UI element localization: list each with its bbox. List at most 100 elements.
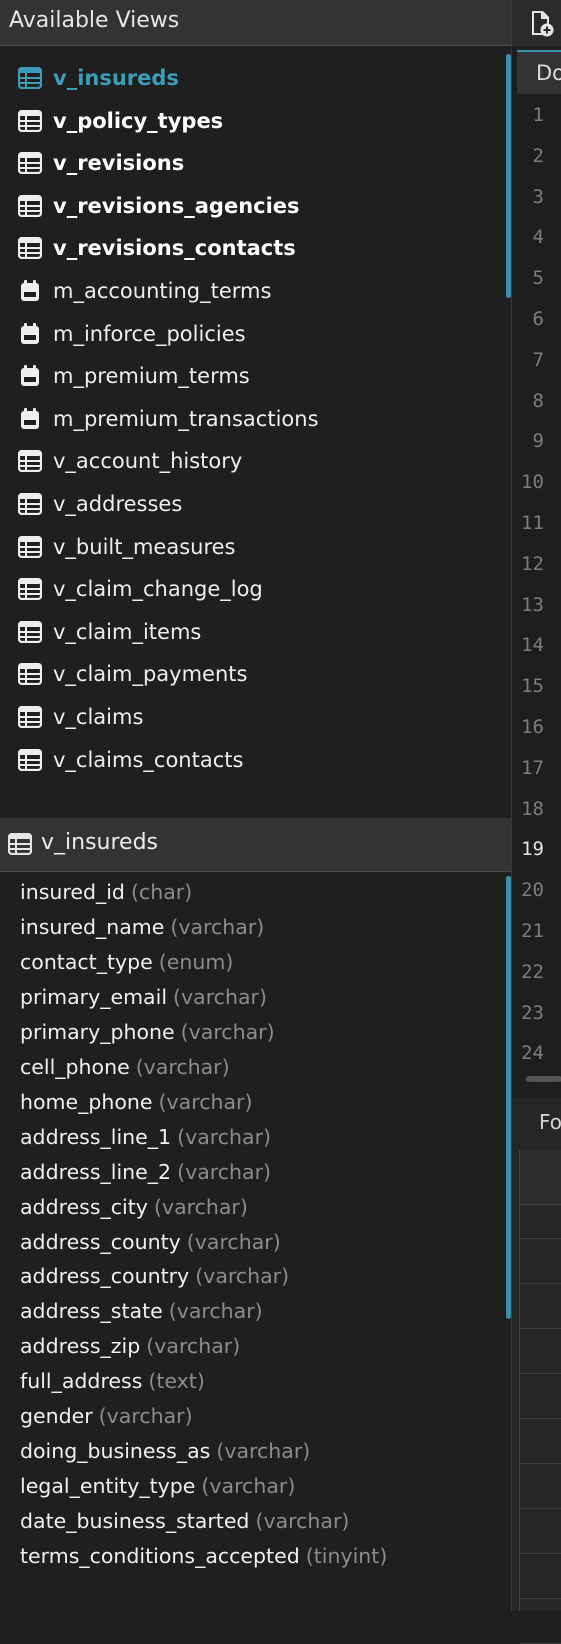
column-row[interactable]: address_line_1 (varchar)	[20, 1120, 271, 1154]
column-row[interactable]: address_line_2 (varchar)	[20, 1155, 271, 1189]
column-type: (varchar)	[216, 1439, 311, 1464]
view-item-label: v_claim_change_log	[53, 577, 263, 602]
table-view-icon	[18, 535, 42, 558]
column-row[interactable]: terms_conditions_accepted (tinyint)	[20, 1539, 387, 1573]
column-name: primary_email	[20, 984, 168, 1009]
column-name: full_address	[20, 1369, 143, 1394]
views-list: v_insureds v_policy_types v_revisions v_rev…	[0, 58, 511, 810]
table-view-icon	[18, 237, 42, 260]
column-row[interactable]: address_city (varchar)	[20, 1190, 248, 1224]
view-item-label: v_revisions_contacts	[53, 236, 296, 261]
column-row[interactable]: address_country (varchar)	[20, 1259, 289, 1293]
column-type: (varchar)	[180, 1019, 275, 1044]
view-item[interactable]: v_revisions	[18, 143, 184, 183]
view-item[interactable]: v_policy_types	[18, 101, 223, 141]
column-type: (varchar)	[170, 914, 265, 939]
table-view-icon	[18, 109, 42, 132]
column-row[interactable]: primary_phone (varchar)	[20, 1015, 275, 1049]
column-row[interactable]: insured_id (char)	[20, 875, 192, 909]
column-row[interactable]: primary_email (varchar)	[20, 980, 267, 1014]
table-view-icon	[8, 833, 32, 855]
table-view-icon	[18, 152, 42, 175]
line-number: 15	[521, 675, 544, 698]
line-number: 9	[532, 430, 544, 453]
column-name: address_zip	[20, 1334, 141, 1359]
editor-horizontal-scrollbar[interactable]	[526, 1076, 561, 1082]
grid-row-divider	[520, 1553, 561, 1554]
column-row[interactable]: address_zip (varchar)	[20, 1329, 240, 1363]
views-panel-title: Available Views	[9, 8, 180, 33]
view-item-label: m_premium_terms	[53, 364, 250, 389]
view-item[interactable]: v_claims	[18, 697, 143, 737]
column-row[interactable]: date_business_started (varchar)	[20, 1504, 349, 1538]
column-name: insured_id	[20, 880, 125, 904]
grid-row-divider	[520, 1418, 561, 1419]
columns-list: insured_id (char) insured_name (varchar) con…	[0, 875, 511, 1611]
view-item[interactable]: v_revisions_contacts	[18, 228, 296, 268]
view-item[interactable]: m_inforce_policies	[18, 314, 246, 354]
column-type: (char)	[130, 880, 193, 904]
view-item-label: m_premium_transactions	[53, 406, 319, 431]
schema-browser: Available Views v_insureds v_policy_types…	[0, 0, 511, 1611]
results-tab-label[interactable]: Fo	[539, 1110, 561, 1134]
view-item[interactable]: m_premium_transactions	[18, 399, 319, 439]
column-row[interactable]: insured_name (varchar)	[20, 910, 264, 944]
table-view-icon	[18, 493, 42, 515]
column-row[interactable]: gender (varchar)	[20, 1399, 193, 1433]
view-item-label: m_inforce_policies	[53, 321, 246, 346]
calendar-icon	[18, 280, 42, 302]
editor-tab[interactable]: Do	[517, 50, 561, 94]
view-item-label: v_claims	[53, 705, 144, 729]
editor-tab-label: Do	[536, 61, 561, 85]
view-item-label: v_addresses	[53, 492, 183, 516]
view-item[interactable]: v_addresses	[18, 484, 182, 524]
column-type: (varchar)	[255, 1509, 350, 1534]
column-name: home_phone	[20, 1089, 153, 1114]
view-item[interactable]: v_account_history	[18, 441, 242, 481]
view-item[interactable]: v_built_measures	[18, 527, 236, 567]
view-item[interactable]: v_claim_payments	[18, 654, 247, 694]
column-type: (enum)	[158, 949, 234, 974]
column-row[interactable]: doing_business_as (varchar)	[20, 1434, 310, 1468]
line-number: 5	[532, 267, 544, 290]
view-item-label: v_policy_types	[53, 108, 224, 133]
view-item[interactable]: v_revisions_agencies	[18, 186, 300, 226]
view-item-label: v_revisions_agencies	[53, 193, 300, 218]
column-row[interactable]: address_county (varchar)	[20, 1225, 281, 1259]
table-view-icon	[18, 706, 42, 728]
table-view-icon	[18, 194, 42, 217]
view-item[interactable]: v_claims_contacts	[18, 740, 243, 780]
column-type: (varchar)	[195, 1264, 290, 1289]
grid-row-divider	[520, 1283, 561, 1284]
view-item[interactable]: v_insureds	[18, 58, 179, 98]
column-row[interactable]: home_phone (varchar)	[20, 1085, 252, 1119]
grid-row-divider	[520, 1328, 561, 1329]
column-row[interactable]: contact_type (enum)	[20, 945, 233, 979]
column-name: address_state	[20, 1299, 163, 1324]
column-name: primary_phone	[20, 1019, 175, 1044]
column-row[interactable]: cell_phone (varchar)	[20, 1050, 230, 1084]
line-number: 10	[521, 471, 544, 494]
editor-toolbar	[512, 0, 561, 46]
line-number: 8	[532, 389, 544, 412]
line-number: 14	[521, 634, 544, 657]
column-name: address_line_2	[20, 1159, 172, 1184]
column-name: address_county	[20, 1229, 181, 1254]
calendar-icon	[18, 365, 42, 387]
view-item[interactable]: m_premium_terms	[18, 356, 250, 396]
calendar-icon	[18, 322, 42, 345]
column-row[interactable]: legal_entity_type (varchar)	[20, 1469, 295, 1503]
view-item-label: v_claims_contacts	[53, 747, 244, 772]
column-row[interactable]: full_address (text)	[20, 1364, 205, 1398]
new-file-icon[interactable]	[529, 9, 555, 41]
line-number: 11	[521, 512, 544, 534]
column-name: date_business_started	[20, 1509, 250, 1534]
view-item[interactable]: v_claim_items	[18, 612, 201, 652]
line-number: 18	[521, 797, 544, 820]
column-name: contact_type	[20, 949, 153, 974]
column-row[interactable]: address_state (varchar)	[20, 1294, 263, 1328]
view-item[interactable]: v_claim_change_log	[18, 569, 263, 609]
view-item[interactable]: m_accounting_terms	[18, 271, 271, 311]
column-type: (varchar)	[186, 1229, 281, 1254]
table-view-icon	[18, 663, 42, 686]
